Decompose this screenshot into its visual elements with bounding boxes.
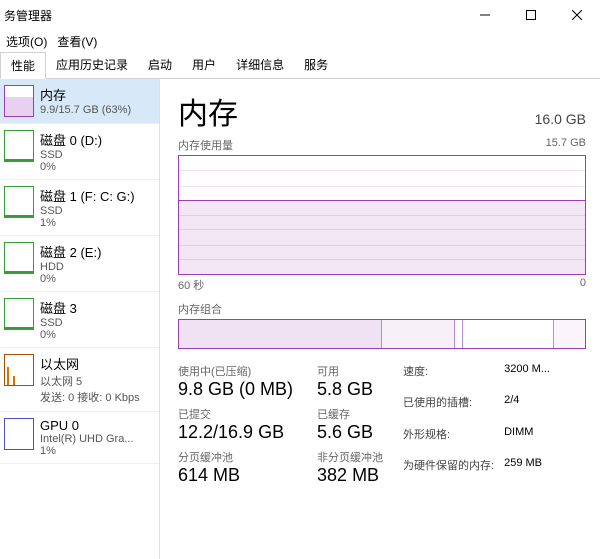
paged-value: 614 MB: [178, 465, 293, 486]
axis-left: 60 秒: [178, 277, 204, 293]
tab-startup[interactable]: 启动: [138, 52, 182, 78]
committed-label: 已提交: [178, 406, 293, 422]
sidebar: 内存 9.9/15.7 GB (63%) 磁盘 0 (D:) SSD 0% 磁盘…: [0, 79, 160, 559]
network-thumb-icon: [4, 354, 34, 386]
tabs: 性能 应用历史记录 启动 用户 详细信息 服务: [0, 52, 600, 79]
sidebar-item-sub: 9.9/15.7 GB (63%): [40, 104, 131, 116]
sidebar-item-pct: 0%: [40, 273, 101, 285]
cached-value: 5.6 GB: [317, 422, 383, 443]
disk-thumb-icon: [4, 298, 34, 330]
sidebar-item-disk1[interactable]: 磁盘 1 (F: C: G:) SSD 1%: [0, 180, 159, 236]
detail-pane: 内存 16.0 GB 内存使用量 15.7 GB 60 秒 0 内存组合 使用中: [160, 79, 600, 559]
memory-total: 16.0 GB: [535, 111, 586, 127]
reserved-label: 为硬件保留的内存:: [403, 457, 494, 486]
sidebar-item-ethernet[interactable]: 以太网 以太网 5 发送: 0 接收: 0 Kbps: [0, 348, 159, 412]
sidebar-item-label: 内存: [40, 85, 131, 104]
sidebar-item-label: 磁盘 2 (E:): [40, 242, 101, 261]
sidebar-item-disk0[interactable]: 磁盘 0 (D:) SSD 0%: [0, 124, 159, 180]
stats-left: 使用中(已压缩) 9.8 GB (0 MB) 可用 5.8 GB 已提交 12.…: [178, 363, 383, 486]
cached-label: 已缓存: [317, 406, 383, 422]
disk-thumb-icon: [4, 186, 34, 218]
available-value: 5.8 GB: [317, 379, 383, 400]
usage-label: 内存使用量: [178, 137, 233, 153]
sidebar-item-memory[interactable]: 内存 9.9/15.7 GB (63%): [0, 79, 159, 124]
tab-users[interactable]: 用户: [182, 52, 226, 78]
available-label: 可用: [317, 363, 383, 379]
sidebar-item-pct: 发送: 0 接收: 0 Kbps: [40, 389, 140, 405]
composition-label: 内存组合: [178, 301, 586, 317]
tab-performance[interactable]: 性能: [0, 52, 46, 79]
disk-thumb-icon: [4, 242, 34, 274]
close-button[interactable]: [554, 0, 600, 30]
sidebar-item-label: 磁盘 0 (D:): [40, 130, 102, 149]
sidebar-item-label: 以太网: [40, 354, 140, 373]
sidebar-item-sub: SSD: [40, 205, 135, 217]
committed-value: 12.2/16.9 GB: [178, 422, 293, 443]
maximize-button[interactable]: [508, 0, 554, 30]
sidebar-item-sub: HDD: [40, 261, 101, 273]
sidebar-item-pct: 1%: [40, 217, 135, 229]
menubar: 选项(O) 查看(V): [0, 30, 600, 52]
form-label: 外形规格:: [403, 426, 494, 455]
in-use-value: 9.8 GB (0 MB): [178, 379, 293, 400]
sidebar-item-pct: 0%: [40, 329, 77, 341]
sidebar-item-label: GPU 0: [40, 418, 134, 433]
gpu-thumb-icon: [4, 418, 34, 450]
menu-view[interactable]: 查看(V): [57, 33, 97, 50]
sidebar-item-sub: Intel(R) UHD Gra...: [40, 433, 134, 445]
stats-right: 速度: 3200 M... 已使用的插槽: 2/4 外形规格: DIMM 为硬件…: [403, 363, 550, 486]
sidebar-item-gpu0[interactable]: GPU 0 Intel(R) UHD Gra... 1%: [0, 412, 159, 464]
sidebar-item-disk3[interactable]: 磁盘 3 SSD 0%: [0, 292, 159, 348]
sidebar-item-pct: 0%: [40, 161, 102, 173]
slots-label: 已使用的插槽:: [403, 394, 494, 423]
speed-label: 速度:: [403, 363, 494, 392]
minimize-button[interactable]: [462, 0, 508, 30]
slots-value: 2/4: [504, 394, 550, 423]
axis-right: 0: [580, 277, 586, 293]
tab-details[interactable]: 详细信息: [226, 52, 294, 78]
memory-composition-chart[interactable]: [178, 319, 586, 349]
sidebar-item-sub: 以太网 5: [40, 373, 140, 389]
disk-thumb-icon: [4, 130, 34, 162]
page-title: 内存: [178, 89, 238, 133]
usage-max: 15.7 GB: [546, 137, 586, 153]
memory-usage-chart[interactable]: [178, 155, 586, 275]
sidebar-item-sub: SSD: [40, 317, 77, 329]
tab-history[interactable]: 应用历史记录: [46, 52, 138, 78]
form-value: DIMM: [504, 426, 550, 455]
sidebar-item-disk2[interactable]: 磁盘 2 (E:) HDD 0%: [0, 236, 159, 292]
speed-value: 3200 M...: [504, 363, 550, 392]
sidebar-item-label: 磁盘 3: [40, 298, 77, 317]
paged-label: 分页缓冲池: [178, 449, 293, 465]
window-controls: [462, 0, 600, 30]
menu-options[interactable]: 选项(O): [6, 33, 47, 50]
nonpaged-label: 非分页缓冲池: [317, 449, 383, 465]
tab-services[interactable]: 服务: [294, 52, 338, 78]
in-use-label: 使用中(已压缩): [178, 363, 293, 379]
sidebar-item-label: 磁盘 1 (F: C: G:): [40, 186, 135, 205]
nonpaged-value: 382 MB: [317, 465, 383, 486]
sidebar-item-sub: SSD: [40, 149, 102, 161]
sidebar-item-pct: 1%: [40, 445, 134, 457]
memory-thumb-icon: [4, 85, 34, 117]
window-title: 务管理器: [4, 7, 52, 24]
reserved-value: 259 MB: [504, 457, 550, 486]
